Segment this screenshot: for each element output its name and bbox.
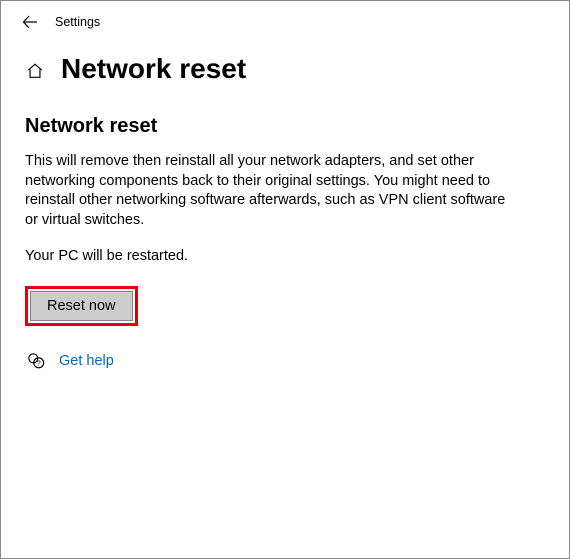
section-title: Network reset	[25, 115, 512, 138]
description-text: This will remove then reinstall all your…	[25, 152, 512, 230]
home-icon[interactable]	[25, 61, 45, 81]
page-title: Network reset	[61, 53, 246, 85]
get-help-link[interactable]: Get help	[59, 353, 114, 369]
svg-text:?: ?	[37, 359, 41, 368]
get-help-icon[interactable]: ?	[27, 352, 45, 370]
page-header: Network reset	[1, 39, 569, 85]
back-arrow-icon[interactable]	[21, 13, 39, 31]
titlebar: Settings	[1, 1, 569, 39]
content-area: Network reset This will remove then rein…	[1, 85, 536, 370]
reset-button-highlight: Reset now	[25, 286, 138, 326]
reset-now-button[interactable]: Reset now	[30, 291, 133, 321]
app-title: Settings	[55, 15, 100, 29]
restart-note: Your PC will be restarted.	[25, 248, 512, 264]
help-row: ? Get help	[25, 352, 512, 370]
